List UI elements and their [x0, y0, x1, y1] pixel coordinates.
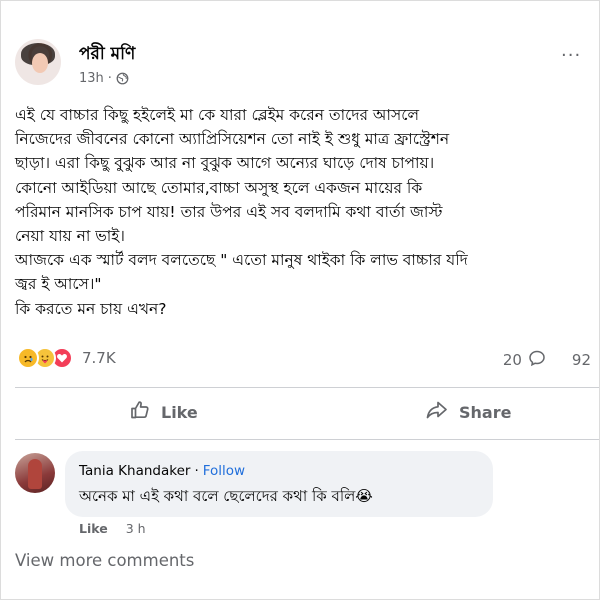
author-name[interactable]: পরী মণি	[79, 41, 135, 69]
more-options-icon[interactable]: ···	[561, 45, 581, 66]
shares-count[interactable]: 92	[572, 351, 591, 369]
post-body: এই যে বাচ্চার কিছু হইলেই মা কে যারা ব্লে…	[15, 103, 599, 321]
avatar-figure	[28, 459, 42, 489]
comment-actions: Like 3 h	[79, 521, 146, 536]
avatar-face	[32, 53, 48, 73]
commenter-name[interactable]: Tania Khandaker	[79, 463, 190, 479]
commenter-avatar[interactable]	[15, 453, 55, 493]
post-line: আজকে এক স্মার্ট বলদ বলতেছে " এতো মানুষ থ…	[15, 251, 468, 270]
post-line: কি করতে মন চায় এখন?	[15, 299, 167, 318]
globe-icon	[116, 72, 129, 85]
sad-reaction-icon	[17, 347, 39, 369]
reaction-summary[interactable]: 7.7K	[17, 347, 116, 369]
comment-bubble: Tania Khandaker · Follow অনেক মা এই কথা …	[65, 451, 493, 517]
post-line: এই যে বাচ্চার কিছু হইলেই মা কে যারা ব্লে…	[15, 106, 420, 124]
post-stats: 20 92	[503, 349, 591, 371]
post-line: নেয়া যায় না ভাই।	[15, 227, 125, 246]
like-button[interactable]: Like	[129, 399, 198, 425]
post-line: পরিমান মানসিক চাপ যায়! তার উপর এই সব বল…	[15, 202, 443, 221]
comment-text: অনেক মা এই কথা বলে ছেলেদের কথা কি বলি😭	[79, 487, 373, 505]
share-button[interactable]: Share	[425, 399, 511, 425]
view-more-comments-link[interactable]: View more comments	[15, 551, 194, 570]
divider	[15, 439, 599, 440]
reaction-count[interactable]: 7.7K	[82, 349, 116, 367]
post-line: কোনো আইডিয়া আছে তোমার,বাচ্চা অসুস্থ হলে…	[15, 178, 423, 197]
thumbs-up-icon	[129, 399, 151, 425]
comment-like-button[interactable]: Like	[79, 521, 108, 536]
comments-count[interactable]: 20	[503, 351, 522, 369]
like-label: Like	[161, 402, 198, 422]
share-arrow-icon	[425, 399, 449, 425]
comment-separator: ·	[194, 463, 199, 479]
divider	[15, 387, 599, 388]
comment-icon[interactable]	[528, 349, 546, 371]
meta-separator: ·	[107, 71, 112, 86]
post-line: জ্বর ই আসে।"	[15, 275, 102, 294]
follow-button[interactable]: Follow	[203, 463, 245, 479]
post-meta: 13h ·	[79, 71, 129, 86]
post-line: ছাড়া। এরা কিছু বুঝুক আর না বুঝুক আগে অন…	[15, 154, 435, 173]
author-avatar[interactable]	[15, 39, 61, 85]
share-label: Share	[459, 402, 512, 422]
post-time[interactable]: 13h	[79, 71, 104, 86]
comment-time[interactable]: 3 h	[126, 521, 146, 536]
post-line: নিজেদের জীবনের কোনো অ্যাপ্রিসিয়েশন তো ন…	[15, 130, 450, 149]
post-card: পরী মণি 13h · ··· এই যে বাচ্চার কিছু হইল…	[0, 0, 600, 600]
comment-header: Tania Khandaker · Follow	[79, 463, 479, 479]
